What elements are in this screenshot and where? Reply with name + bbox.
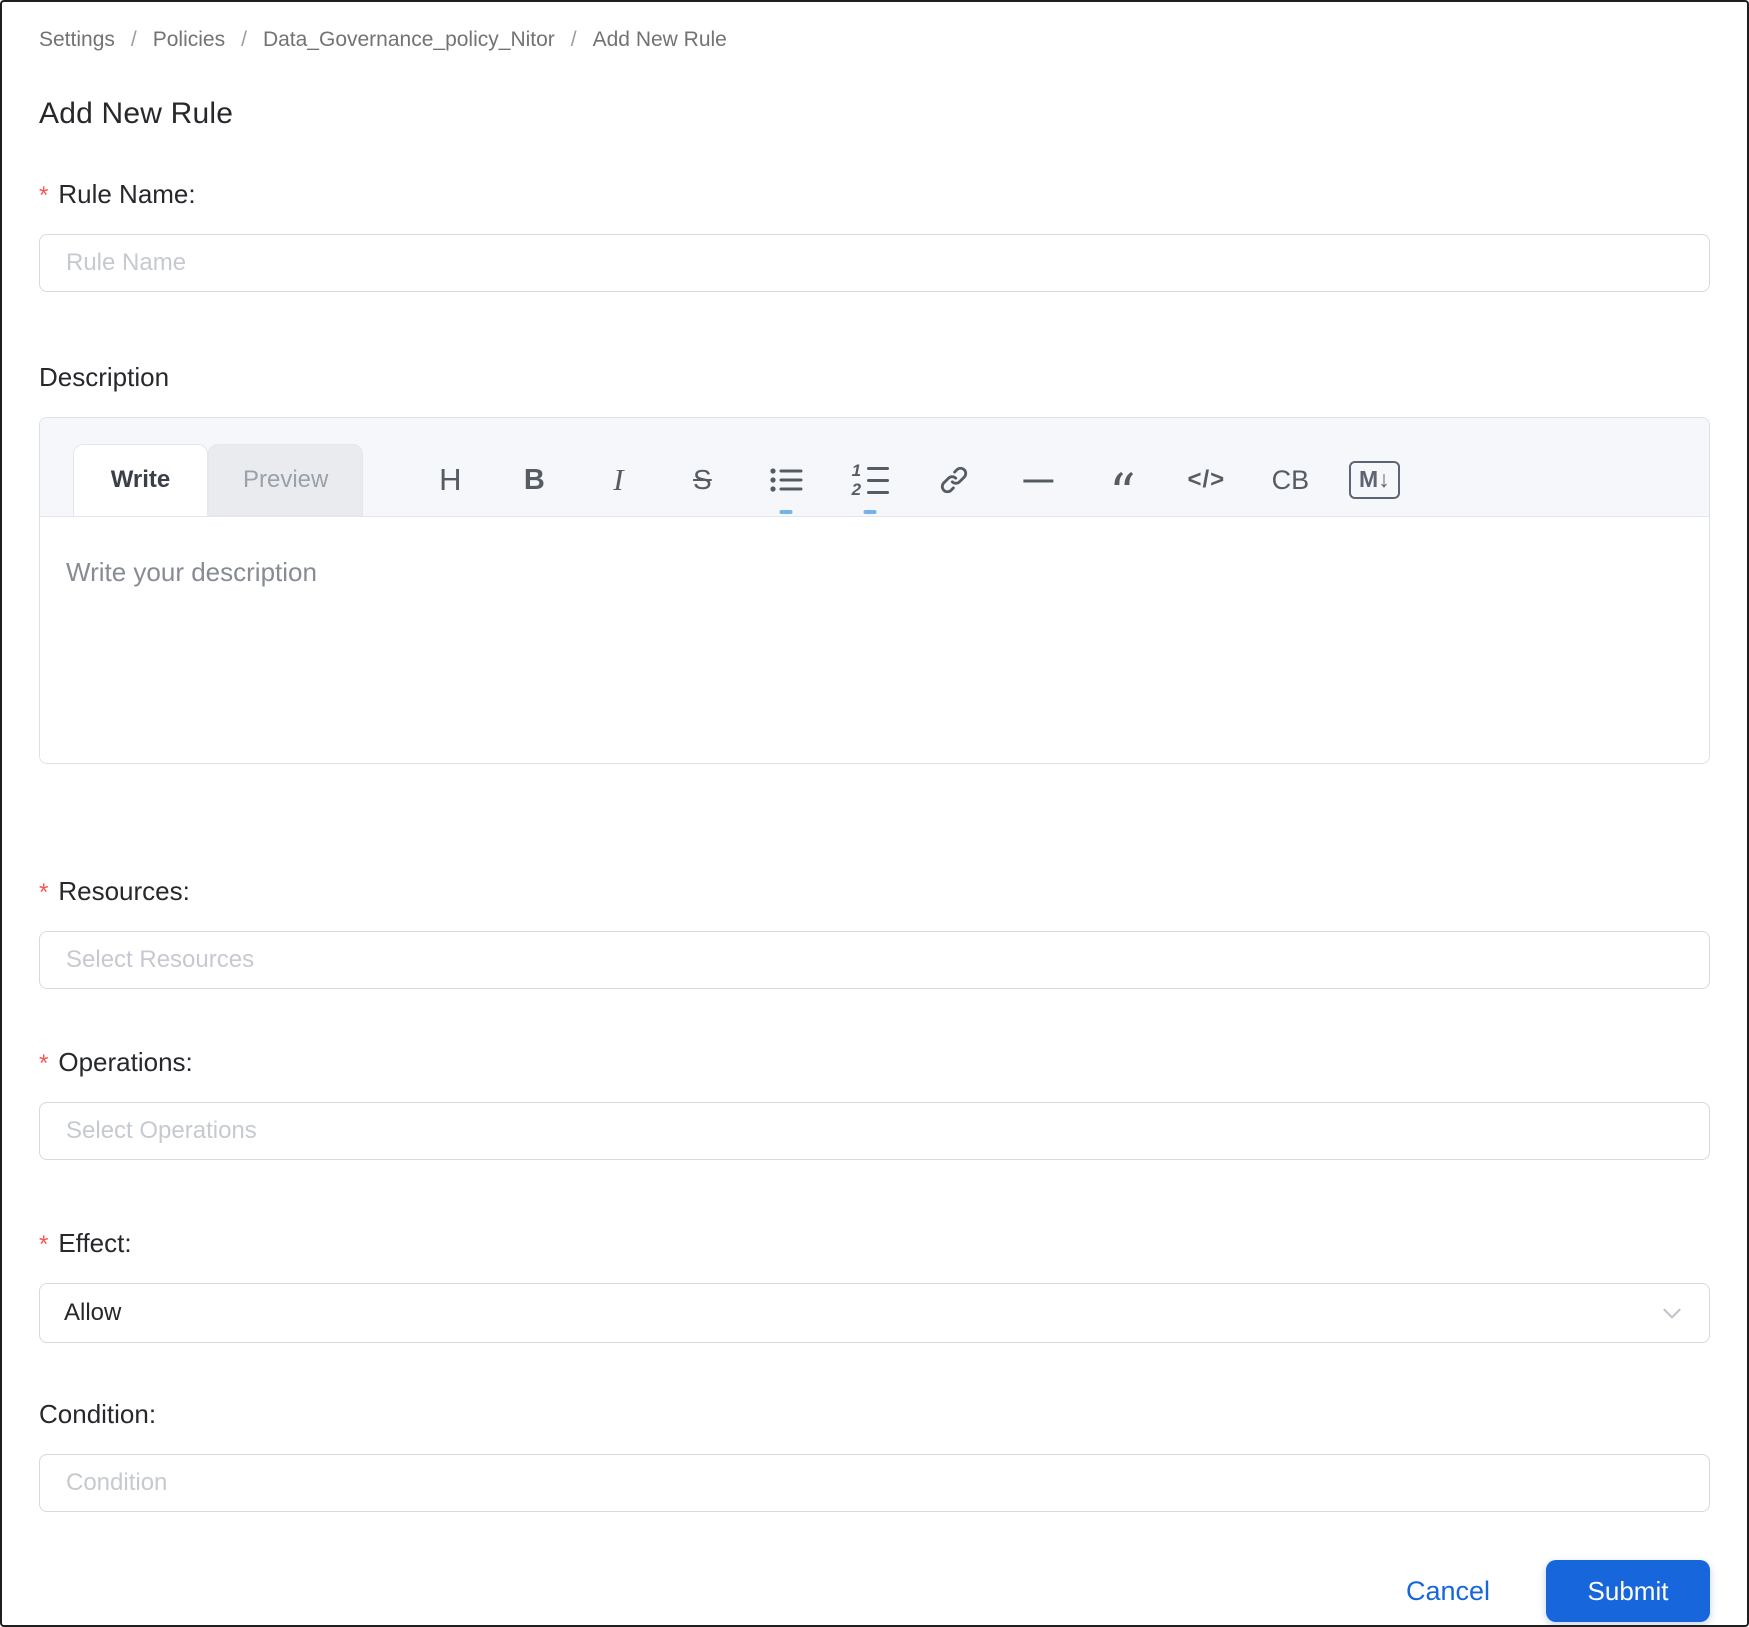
effect-label-text: Effect: <box>58 1228 131 1259</box>
code-button[interactable]: </> <box>1164 444 1248 516</box>
quote-button[interactable]: “ <box>1080 444 1164 516</box>
tab-write[interactable]: Write <box>73 444 208 516</box>
unordered-list-button[interactable] <box>744 444 828 516</box>
rule-name-label-text: Rule Name: <box>58 179 195 210</box>
resources-select[interactable] <box>39 931 1710 989</box>
description-label: Description <box>39 362 1710 393</box>
breadcrumb-add-new-rule: Add New Rule <box>593 28 727 52</box>
code-block-icon: CB <box>1272 465 1310 496</box>
editor-header: Write Preview H B I S <box>40 418 1709 517</box>
rule-name-input[interactable] <box>39 234 1710 292</box>
chevron-down-icon <box>1659 1300 1685 1326</box>
condition-label: Condition: <box>39 1399 1710 1430</box>
required-asterisk: * <box>39 879 48 907</box>
breadcrumb-policy-name[interactable]: Data_Governance_policy_Nitor <box>263 28 555 52</box>
required-asterisk: * <box>39 182 48 210</box>
description-editor: Write Preview H B I S <box>39 417 1710 764</box>
operations-select[interactable] <box>39 1102 1710 1160</box>
horizontal-rule-icon: — <box>1023 463 1053 497</box>
strikethrough-icon: S <box>693 464 712 496</box>
list-ul-icon <box>769 465 803 495</box>
operations-label-text: Operations: <box>58 1047 192 1078</box>
italic-icon: I <box>613 462 623 498</box>
heading-icon: H <box>439 462 461 498</box>
markdown-icon: M↓ <box>1349 461 1400 499</box>
resources-label: * Resources: <box>39 876 1710 907</box>
required-asterisk: * <box>39 1050 48 1078</box>
breadcrumb-separator: / <box>241 28 247 52</box>
effect-select[interactable]: Allow <box>39 1283 1710 1343</box>
breadcrumb-settings[interactable]: Settings <box>39 28 115 52</box>
code-block-button[interactable]: CB <box>1248 444 1332 516</box>
bold-button[interactable]: B <box>492 444 576 516</box>
required-asterisk: * <box>39 1231 48 1259</box>
form-actions: Cancel Submit <box>39 1560 1710 1622</box>
add-new-rule-page: Settings / Policies / Data_Governance_po… <box>0 0 1749 1627</box>
heading-button[interactable]: H <box>408 444 492 516</box>
tab-preview[interactable]: Preview <box>208 444 363 516</box>
code-icon: </> <box>1188 466 1226 494</box>
effect-label: * Effect: <box>39 1228 1710 1259</box>
list-ol-icon: 1 2 <box>852 462 889 498</box>
bold-icon: B <box>524 464 545 497</box>
markdown-button[interactable]: M↓ <box>1332 444 1416 516</box>
breadcrumb-separator: / <box>571 28 577 52</box>
cancel-button[interactable]: Cancel <box>1406 1576 1490 1607</box>
effect-selected-value: Allow <box>64 1299 121 1327</box>
ordered-list-button[interactable]: 1 2 <box>828 444 912 516</box>
strikethrough-button[interactable]: S <box>660 444 744 516</box>
link-icon <box>939 465 969 495</box>
rule-name-label: * Rule Name: <box>39 179 1710 210</box>
submit-button[interactable]: Submit <box>1546 1560 1710 1622</box>
italic-button[interactable]: I <box>576 444 660 516</box>
page-title: Add New Rule <box>39 97 1710 131</box>
editor-body <box>40 517 1709 763</box>
description-textarea[interactable] <box>40 517 1709 763</box>
condition-label-text: Condition: <box>39 1399 156 1430</box>
editor-tabs: Write Preview <box>73 444 363 516</box>
link-button[interactable] <box>912 444 996 516</box>
condition-input[interactable] <box>39 1454 1710 1512</box>
editor-toolbar: H B I S <box>408 444 1416 516</box>
breadcrumb: Settings / Policies / Data_Governance_po… <box>39 2 1710 52</box>
resources-label-text: Resources: <box>58 876 190 907</box>
horizontal-rule-button[interactable]: — <box>996 444 1080 516</box>
breadcrumb-separator: / <box>131 28 137 52</box>
operations-label: * Operations: <box>39 1047 1710 1078</box>
description-label-text: Description <box>39 362 169 393</box>
breadcrumb-policies[interactable]: Policies <box>153 28 225 52</box>
